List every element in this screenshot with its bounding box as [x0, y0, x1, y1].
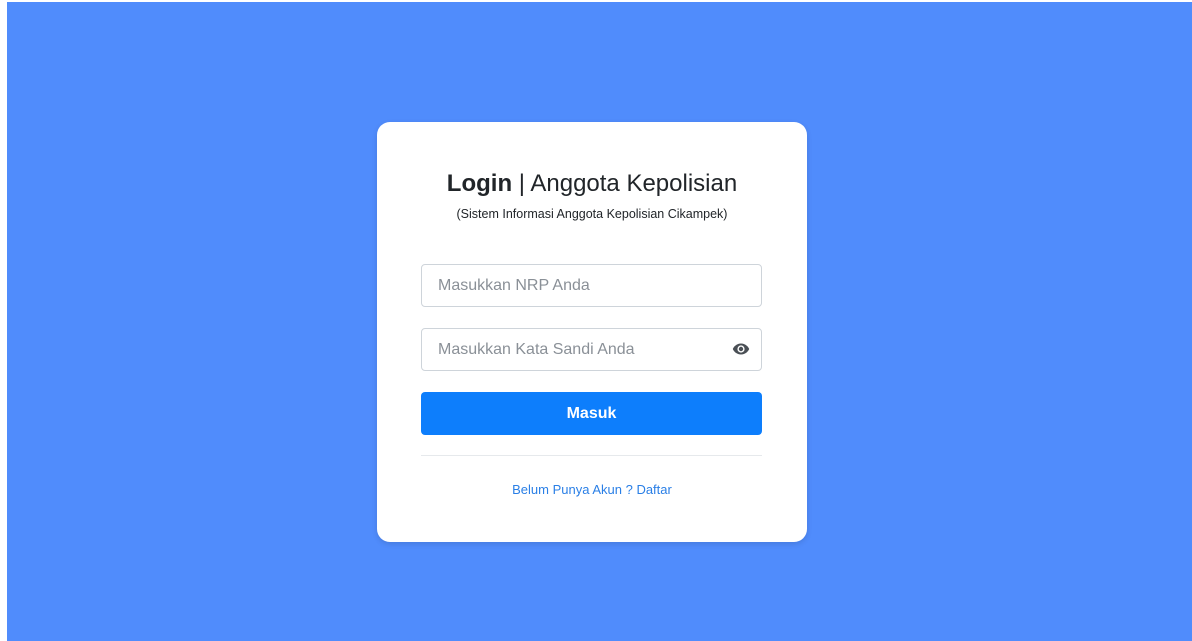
login-title-separator: |: [518, 170, 526, 197]
register-link[interactable]: Belum Punya Akun ? Daftar: [377, 482, 807, 497]
login-title-rest: Anggota Kepolisian: [530, 170, 738, 197]
password-field-wrapper: [421, 328, 762, 371]
login-title: Login | Anggota Kepolisian: [377, 170, 807, 198]
page-background: Login | Anggota Kepolisian (Sistem Infor…: [7, 2, 1192, 641]
divider: [421, 455, 762, 456]
password-input[interactable]: [421, 328, 762, 371]
eye-icon[interactable]: [732, 342, 750, 356]
login-title-bold: Login: [446, 170, 513, 197]
nrp-input[interactable]: [421, 264, 762, 307]
login-submit-button[interactable]: Masuk: [421, 392, 762, 435]
login-subtitle: (Sistem Informasi Anggota Kepolisian Cik…: [456, 207, 728, 221]
login-card: Login | Anggota Kepolisian (Sistem Infor…: [377, 122, 807, 542]
